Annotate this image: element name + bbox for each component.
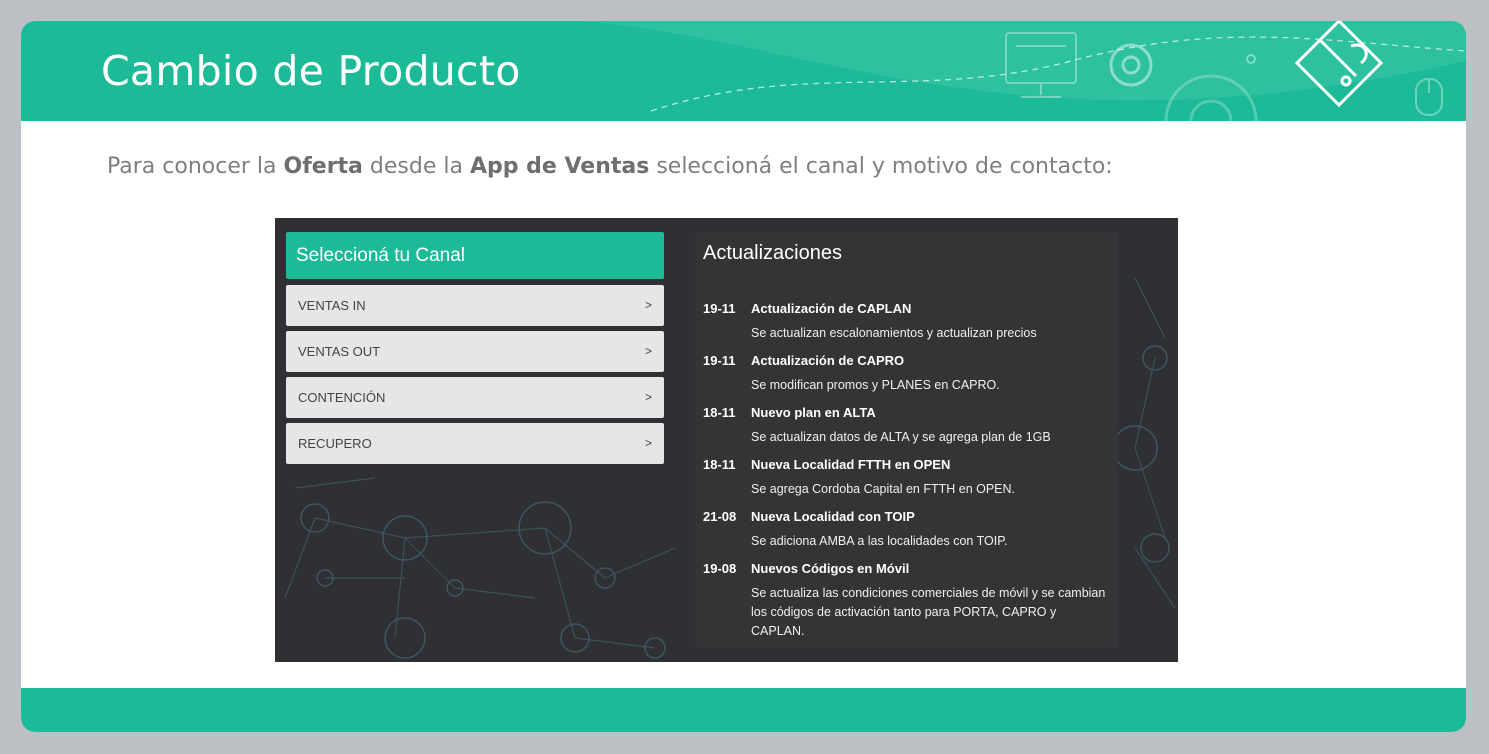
header-banner: Cambio de Producto — [21, 21, 1466, 121]
intro-text: Para conocer la Oferta desde la App de V… — [107, 154, 1113, 179]
canal-item-recupero[interactable]: RECUPERO > — [286, 423, 664, 464]
canal-item-ventas-in[interactable]: VENTAS IN > — [286, 285, 664, 326]
update-date: 19-08 — [703, 561, 737, 576]
update-description: Se actualizan datos de ALTA y se agrega … — [751, 430, 1051, 444]
intro-part: seleccioná el canal y motivo de contacto… — [649, 154, 1113, 179]
update-date: 18-11 — [703, 405, 736, 420]
mouse-icon — [1415, 78, 1443, 116]
update-title: Actualización de CAPRO — [751, 353, 905, 368]
app-screenshot: Seleccioná tu Canal VENTAS IN > VENTAS O… — [275, 218, 1178, 662]
canal-item-contencion[interactable]: CONTENCIÓN > — [286, 377, 664, 418]
chevron-right-icon: > — [644, 436, 652, 450]
update-title: Nueva Localidad con TOIP — [751, 509, 915, 524]
chevron-right-icon: > — [644, 390, 652, 404]
update-description: Se modifican promos y PLANES en CAPRO. — [751, 378, 1000, 392]
update-date: 19-11 — [703, 353, 736, 368]
canal-item-label: CONTENCIÓN — [298, 390, 386, 405]
canal-panel-title: Seleccioná tu Canal — [286, 232, 664, 279]
update-date: 21-08 — [703, 509, 737, 524]
update-date: 18-11 — [703, 457, 736, 472]
slide: Cambio de Producto Para conocer la Ofert… — [21, 21, 1466, 732]
update-description: Se actualiza las condiciones comerciales… — [751, 586, 1106, 638]
intro-part: Para conocer la — [107, 154, 284, 179]
page-title: Cambio de Producto — [101, 47, 521, 95]
updates-panel: Actualizaciones 19-11 Actualización de C… — [695, 232, 1118, 648]
intro-part: desde la — [362, 154, 470, 179]
update-title: Nuevos Códigos en Móvil — [751, 561, 910, 576]
update-title: Nueva Localidad FTTH en OPEN — [751, 457, 951, 472]
updates-title: Actualizaciones — [703, 242, 842, 264]
update-description: Se adiciona AMBA a las localidades con T… — [751, 534, 1008, 548]
canal-item-label: VENTAS IN — [298, 298, 366, 313]
canal-item-ventas-out[interactable]: VENTAS OUT > — [286, 331, 664, 372]
chevron-right-icon: > — [644, 344, 652, 358]
canal-item-label: VENTAS OUT — [298, 344, 381, 359]
intro-bold-offer: Oferta — [283, 154, 363, 179]
update-description: Se agrega Cordoba Capital en FTTH en OPE… — [751, 482, 1016, 496]
footer-bar — [21, 688, 1466, 732]
chevron-right-icon: > — [644, 298, 652, 312]
update-title: Actualización de CAPLAN — [751, 301, 912, 316]
update-description: Se actualizan escalonamientos y actualiz… — [751, 326, 1037, 340]
canal-item-label: RECUPERO — [298, 436, 372, 451]
update-title: Nuevo plan en ALTA — [751, 405, 876, 420]
update-date: 19-11 — [703, 301, 736, 316]
intro-bold-app: App de Ventas — [469, 154, 650, 179]
